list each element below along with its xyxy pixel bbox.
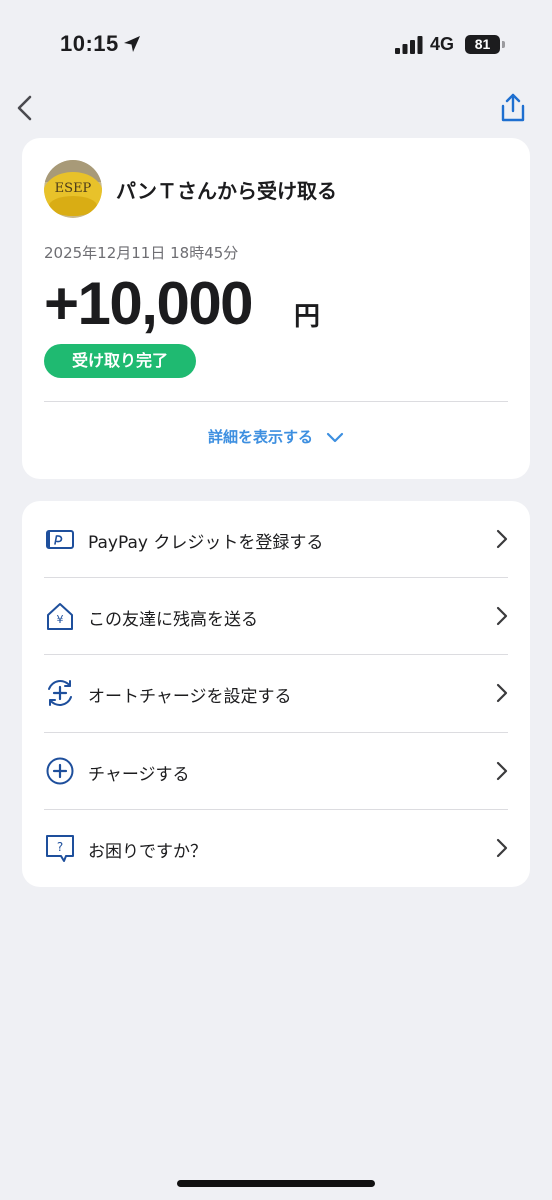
menu-label: この友達に残高を送る: [88, 610, 258, 630]
currency-unit: 円: [294, 302, 321, 332]
register-paypay-credit-item[interactable]: PayPay クレジットを登録する: [22, 501, 530, 578]
share-icon[interactable]: [497, 92, 529, 124]
signal-bars-icon: [395, 36, 423, 54]
screen: 10:15 4G 81 ESEP パンＴさんから受け取る 2025年12月11日…: [0, 0, 552, 1200]
plus-circle-icon: [46, 757, 74, 785]
transaction-title: パンＴさんから受け取る: [116, 179, 337, 203]
menu-label: PayPay クレジットを登録する: [88, 533, 324, 553]
transaction-amount: +10,000: [44, 270, 254, 337]
transaction-datetime: 2025年12月11日 18時45分: [44, 244, 239, 262]
show-details-button[interactable]: 詳細を表示する: [22, 426, 530, 456]
network-type: 4G: [430, 34, 455, 54]
auto-charge-icon: [48, 680, 72, 706]
battery-tip: [502, 41, 505, 48]
show-details-label: 詳細を表示する: [207, 428, 313, 446]
send-money-house-icon: ¥: [47, 603, 73, 630]
menu-label: お困りですか？: [88, 842, 207, 862]
help-item[interactable]: ? お困りですか？: [22, 810, 530, 887]
status-badge: 受け取り完了: [44, 344, 196, 378]
divider: [44, 401, 508, 402]
chevron-right-icon: [496, 683, 508, 703]
chevron-down-icon: [326, 432, 344, 442]
svg-text:¥: ¥: [57, 613, 64, 626]
battery-icon: 81: [465, 35, 505, 54]
chevron-right-icon: [496, 606, 508, 626]
auto-charge-item[interactable]: オートチャージを設定する: [22, 655, 530, 732]
menu-label: オートチャージを設定する: [88, 687, 292, 707]
transaction-card: ESEP パンＴさんから受け取る 2025年12月11日 18時45分 +10,…: [22, 138, 530, 479]
avatar-text: ESEP: [55, 181, 92, 196]
status-time: 10:15: [60, 31, 119, 56]
avatar-image: ESEP: [44, 160, 102, 218]
status-bar: 10:15 4G 81: [0, 0, 552, 90]
send-balance-item[interactable]: ¥ この友達に残高を送る: [22, 578, 530, 655]
chevron-right-icon: [496, 838, 508, 858]
location-arrow-icon: [124, 36, 140, 52]
svg-text:?: ?: [57, 840, 63, 854]
help-bubble-icon: ?: [46, 835, 74, 862]
avatar[interactable]: ESEP: [44, 160, 102, 218]
actions-card: PayPay クレジットを登録する ¥ この友達に残高を送る オートチャージを設…: [22, 501, 530, 887]
credit-card-icon: [46, 530, 74, 549]
chevron-right-icon: [496, 529, 508, 549]
home-indicator[interactable]: [177, 1180, 375, 1187]
battery-level: 81: [465, 35, 500, 54]
charge-item[interactable]: チャージする: [22, 733, 530, 810]
chevron-left-icon[interactable]: [10, 90, 40, 126]
menu-label: チャージする: [88, 765, 190, 785]
chevron-right-icon: [496, 761, 508, 781]
